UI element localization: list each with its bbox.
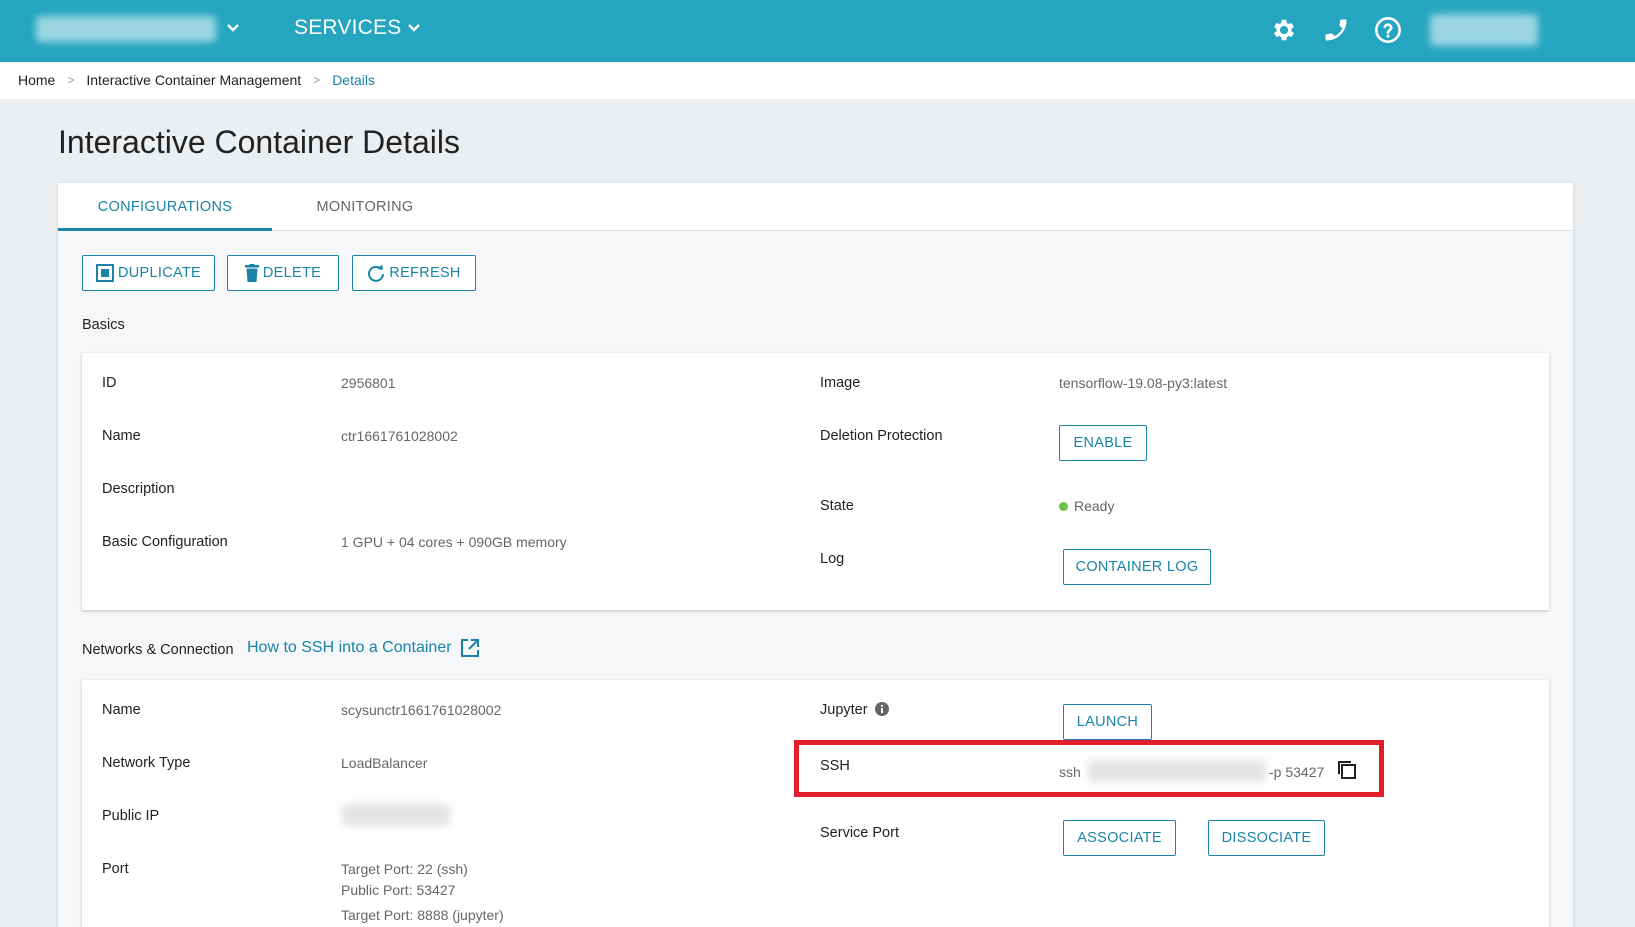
ssh-help-link[interactable]: How to SSH into a Container	[247, 638, 480, 658]
dissociate-button[interactable]: DISSOCIATE	[1208, 820, 1325, 856]
basics-panel: ID 2956801 Name ctr1661761028002 Descrip…	[82, 353, 1549, 610]
details-card: CONFIGURATIONS MONITORING DUPLICATE DELE…	[58, 183, 1573, 927]
jupyter-label-text: Jupyter	[820, 702, 868, 718]
tab-monitoring[interactable]: MONITORING	[272, 183, 458, 231]
trash-icon	[244, 264, 259, 282]
organization-selector[interactable]	[36, 16, 216, 42]
user-menu[interactable]	[1430, 14, 1538, 46]
jupyter-label: Jupyter	[820, 702, 889, 718]
state-label: State	[820, 498, 854, 514]
image-label: Image	[820, 375, 861, 391]
breadcrumb-current: Details	[332, 72, 375, 88]
name-label: Name	[102, 428, 141, 444]
basics-section-label: Basics	[82, 317, 125, 333]
refresh-label: REFRESH	[389, 265, 461, 281]
networks-section-label: Networks & Connection	[82, 642, 234, 658]
public-ip-label: Public IP	[102, 808, 160, 824]
chevron-down-icon	[408, 24, 421, 32]
breadcrumb-home[interactable]: Home	[18, 72, 55, 88]
tab-bar: CONFIGURATIONS MONITORING	[58, 183, 1573, 231]
duplicate-button[interactable]: DUPLICATE	[82, 255, 215, 291]
port-public: Public Port: 53427	[341, 882, 456, 898]
delete-label: DELETE	[262, 265, 322, 281]
breadcrumb-separator: >	[67, 73, 75, 87]
services-label: SERVICES	[294, 16, 402, 39]
breadcrumb-container-management[interactable]: Interactive Container Management	[86, 72, 301, 88]
ssh-highlight-box	[794, 740, 1384, 797]
gear-icon[interactable]	[1270, 16, 1298, 44]
log-label: Log	[820, 551, 845, 567]
duplicate-icon	[95, 264, 114, 282]
launch-jupyter-button[interactable]: LAUNCH	[1063, 704, 1152, 740]
networks-panel: Name scysunctr1661761028002 Network Type…	[82, 680, 1549, 927]
deletion-protection-label: Deletion Protection	[820, 428, 943, 444]
status-ready-indicator	[1059, 502, 1068, 511]
basic-configuration-value: 1 GPU + 04 cores + 090GB memory	[341, 534, 567, 550]
tab-configurations[interactable]: CONFIGURATIONS	[58, 183, 272, 231]
associate-button[interactable]: ASSOCIATE	[1063, 820, 1176, 856]
container-log-button[interactable]: CONTAINER LOG	[1063, 549, 1211, 585]
breadcrumb-bar: Home > Interactive Container Management …	[0, 62, 1635, 99]
port-label: Port	[102, 861, 129, 877]
id-label: ID	[102, 375, 117, 391]
external-link-icon	[460, 639, 479, 657]
network-type-label: Network Type	[102, 755, 191, 771]
state-value: Ready	[1059, 498, 1114, 514]
id-value: 2956801	[341, 375, 396, 391]
phone-icon[interactable]	[1322, 16, 1350, 44]
network-name-label: Name	[102, 702, 141, 718]
breadcrumb: Home > Interactive Container Management …	[18, 72, 375, 88]
info-icon[interactable]	[874, 702, 889, 716]
network-type-value: LoadBalancer	[341, 755, 428, 771]
service-port-label: Service Port	[820, 825, 899, 841]
port-target-jupyter: Target Port: 8888 (jupyter)	[341, 907, 504, 923]
basic-configuration-label: Basic Configuration	[102, 534, 228, 550]
refresh-icon	[368, 264, 385, 282]
page-title: Interactive Container Details	[58, 124, 460, 160]
image-value: tensorflow-19.08-py3:latest	[1059, 375, 1228, 391]
refresh-button[interactable]: REFRESH	[352, 255, 476, 291]
network-name-value: scysunctr1661761028002	[341, 702, 502, 718]
breadcrumb-separator: >	[313, 73, 321, 87]
help-icon[interactable]	[1374, 16, 1402, 44]
duplicate-label: DUPLICATE	[117, 265, 201, 281]
chevron-down-icon[interactable]	[226, 18, 240, 38]
ssh-help-link-text: How to SSH into a Container	[247, 639, 452, 656]
name-value: ctr1661761028002	[341, 428, 458, 444]
public-ip-value	[342, 804, 450, 826]
enable-deletion-protection-button[interactable]: ENABLE	[1059, 425, 1147, 461]
services-menu[interactable]: SERVICES	[294, 16, 421, 40]
state-text: Ready	[1074, 498, 1115, 514]
port-target-ssh: Target Port: 22 (ssh)	[341, 861, 468, 877]
delete-button[interactable]: DELETE	[227, 255, 339, 291]
top-navigation-bar: SERVICES	[0, 0, 1635, 62]
description-label: Description	[102, 481, 175, 497]
